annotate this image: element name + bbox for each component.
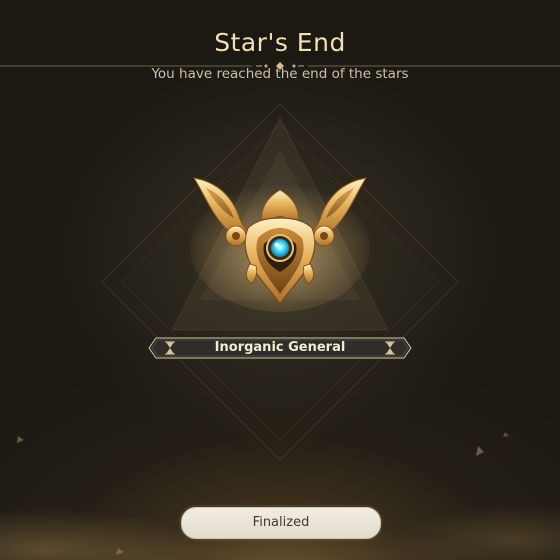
general-emblem-icon <box>190 177 370 312</box>
badge-title: Inorganic General <box>214 340 346 355</box>
game-screen: Star's End You have reached the end of t… <box>0 0 560 560</box>
hourglass-icon <box>385 341 395 355</box>
page-subtitle: You have reached the end of the stars <box>151 66 409 82</box>
badge-title-plate: Inorganic General <box>148 337 412 359</box>
finalized-button[interactable]: Finalized <box>181 507 381 539</box>
page-title: Star's End <box>214 28 346 57</box>
